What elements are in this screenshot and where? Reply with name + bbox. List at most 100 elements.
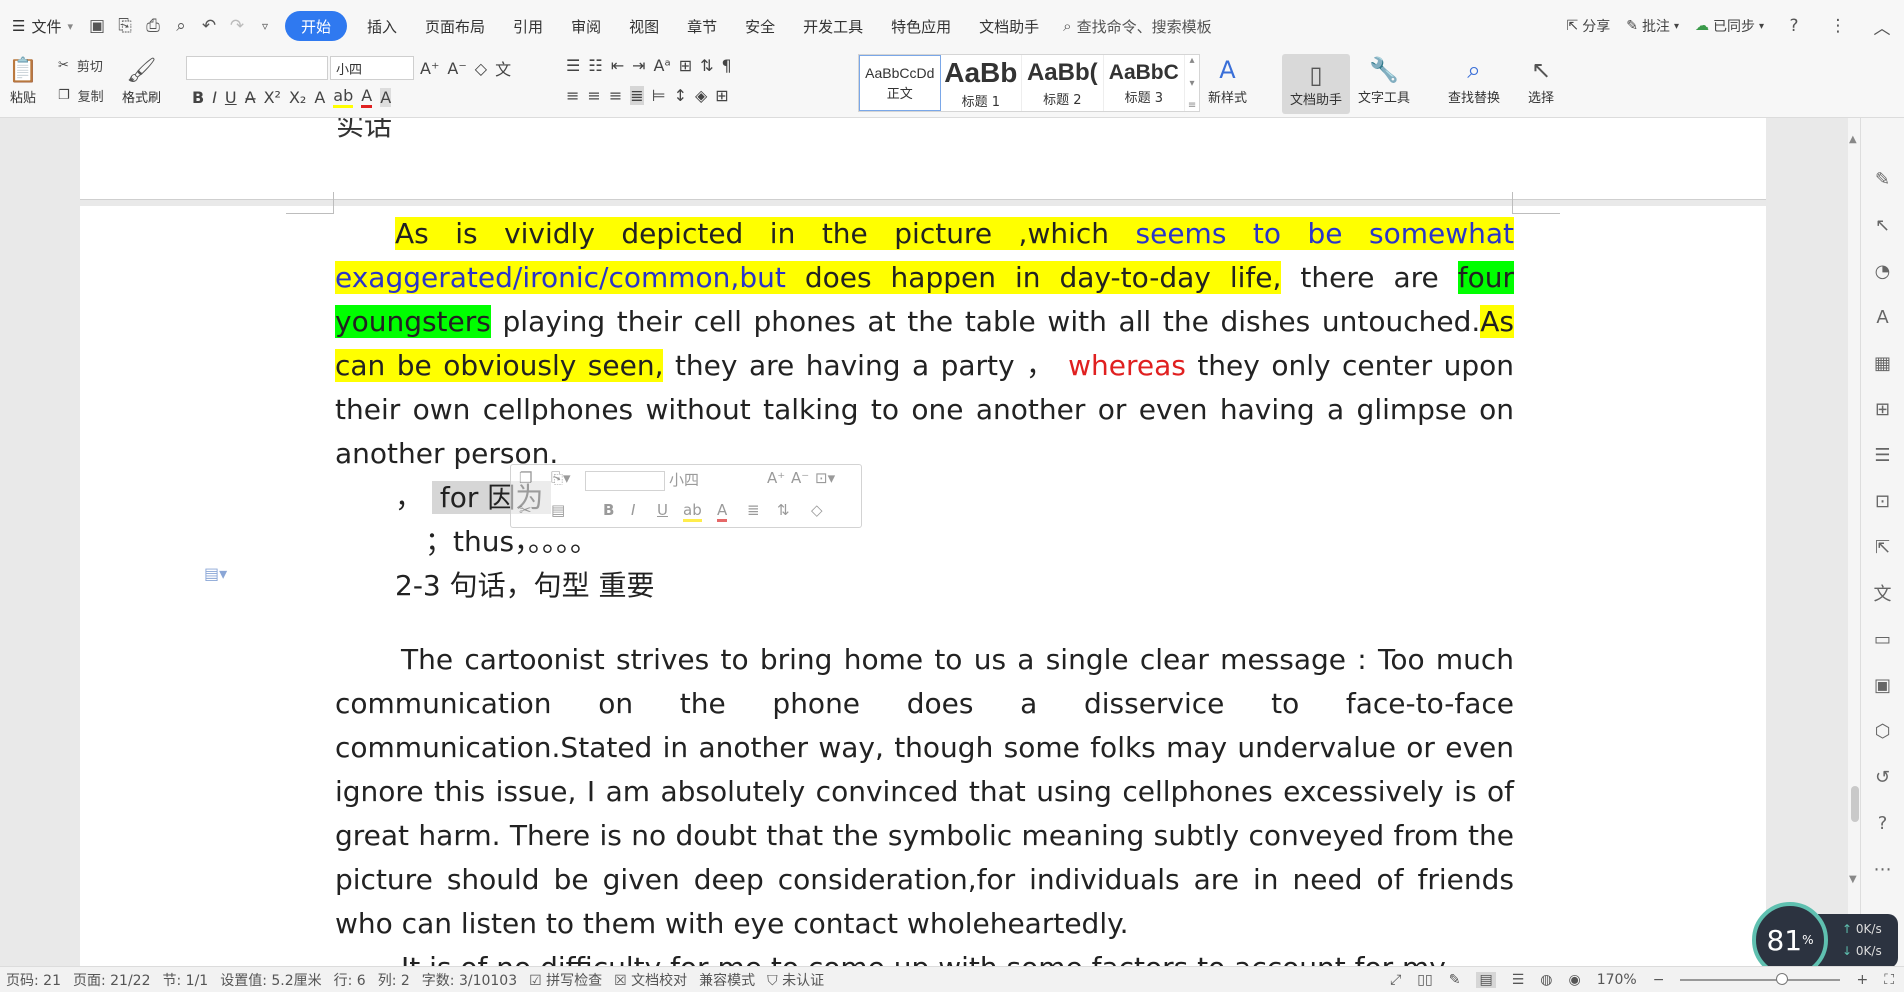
tab-section[interactable]: 章节 <box>673 11 731 41</box>
italic-icon[interactable]: I <box>212 88 217 107</box>
status-col[interactable]: 列: 2 <box>372 970 416 990</box>
document-page[interactable]: As is vividly depicted in the picture ,w… <box>80 192 1766 966</box>
highlight-icon[interactable]: ab <box>333 86 354 108</box>
paste-options-icon[interactable]: ▤▾ <box>204 564 227 583</box>
page-body[interactable]: As is vividly depicted in the picture ,w… <box>335 212 1515 966</box>
comment-button[interactable]: ✎ 批注 ▾ <box>1626 16 1679 36</box>
tab-home[interactable]: 开始 <box>285 11 348 41</box>
scroll-down-icon[interactable]: ▼ <box>1849 874 1857 885</box>
tab-view[interactable]: 视图 <box>615 11 673 41</box>
sort-icon[interactable]: ⇅ <box>700 56 713 75</box>
mini-font-select[interactable] <box>585 471 665 491</box>
select-button[interactable]: ↖ 选择 <box>1528 56 1554 106</box>
pointer-icon[interactable]: ↖ <box>1870 212 1896 238</box>
share-icon[interactable]: ⇱ <box>1870 534 1896 560</box>
tab-references[interactable]: 引用 <box>499 11 557 41</box>
style-icon[interactable]: A <box>1870 304 1896 330</box>
justify-icon[interactable]: ≣ <box>630 86 644 105</box>
zoom-level[interactable]: 170% <box>1597 972 1637 988</box>
scrollbar-thumb[interactable] <box>1851 786 1859 822</box>
status-setting[interactable]: 设置值: 5.2厘米 <box>214 970 327 990</box>
font-size-select[interactable]: 小四 <box>330 56 414 80</box>
eye-protect-icon[interactable]: ◉ <box>1568 972 1580 988</box>
tab-features[interactable]: 特色应用 <box>877 11 965 41</box>
clear-format-icon[interactable]: ◇ <box>475 59 487 78</box>
zoom-slider-knob[interactable] <box>1776 973 1789 985</box>
change-case-icon[interactable]: Aᵃ <box>654 56 671 75</box>
help-icon[interactable]: ? <box>1783 15 1805 37</box>
bold-icon[interactable]: B <box>192 88 204 107</box>
align-left-icon[interactable]: ≡ <box>566 86 579 105</box>
pen-icon[interactable]: ✎ <box>1870 166 1896 192</box>
underline-icon[interactable]: U <box>225 88 237 107</box>
doc-proof-button[interactable]: ☒ 文档校对 <box>608 970 693 990</box>
format-painter-icon[interactable]: ✂ <box>519 501 532 519</box>
picture-icon[interactable]: ▣ <box>1870 672 1896 698</box>
vertical-scrollbar[interactable]: ▲ ▼ <box>1848 118 1860 966</box>
status-section[interactable]: 节: 1/1 <box>157 970 215 990</box>
distribute-icon[interactable]: ⊨ <box>652 86 666 105</box>
customize-quick-access-icon[interactable]: ▿ <box>254 15 276 37</box>
shield-icon[interactable]: ⬡ <box>1870 718 1896 744</box>
text-tools-button[interactable]: 🔧 文字工具 <box>1358 56 1410 106</box>
align-icon[interactable]: ≣ <box>747 501 760 519</box>
underline-icon[interactable]: U <box>657 501 668 519</box>
paste-button[interactable]: 📋 粘贴 <box>8 56 38 106</box>
align-right-icon[interactable]: ≡ <box>609 86 622 105</box>
undo-icon[interactable]: ↶ <box>198 15 220 37</box>
shading-icon[interactable]: ◈ <box>695 86 707 105</box>
section-heading[interactable]: 2-3 句话，句型 重要 <box>335 564 1514 608</box>
tab-review[interactable]: 审阅 <box>557 11 615 41</box>
fullscreen-icon[interactable]: ⤢ <box>1390 972 1401 988</box>
styles-scroll[interactable]: ▴ ▾ ≡ <box>1185 55 1199 111</box>
more-icon[interactable]: ⋯ <box>1870 856 1896 882</box>
zoom-slider[interactable] <box>1680 973 1841 985</box>
status-row[interactable]: 行: 6 <box>328 970 372 990</box>
copy-icon[interactable]: ❐ <box>519 469 532 487</box>
scroll-up-icon[interactable]: ▲ <box>1849 134 1857 145</box>
shrink-font-icon[interactable]: A⁻ <box>447 59 466 78</box>
redo-icon[interactable]: ↷ <box>226 15 248 37</box>
more-icon[interactable]: ⋮ <box>1827 15 1849 37</box>
translate-icon[interactable]: 文 <box>1870 580 1896 606</box>
chinese-layout-icon[interactable]: ⊞ <box>679 56 692 75</box>
style-normal[interactable]: AaBbCcDd 正文 <box>859 55 941 111</box>
table-icon[interactable]: ▦ <box>1870 350 1896 376</box>
list-icon[interactable]: ☰ <box>1870 442 1896 468</box>
floating-mini-toolbar[interactable]: ❐ ⎘▾ 小四 A⁺ A⁻ ⊡▾ ✂ ▤ B I U ab A ≣ ⇅ ◇ <box>510 464 862 528</box>
status-word-count[interactable]: 字数: 3/10103 <box>416 970 523 990</box>
phonetic-icon[interactable]: 文 <box>495 56 511 80</box>
spell-check-button[interactable]: ☑ 拼写检查 <box>523 970 608 990</box>
archive-icon[interactable]: ▭ <box>1870 626 1896 652</box>
paste-icon[interactable]: ⎘▾ <box>551 469 571 487</box>
grow-font-icon[interactable]: A⁺ <box>767 469 785 487</box>
status-page-number[interactable]: 页码: 21 <box>0 970 67 990</box>
document-area[interactable]: 实话 As is vividly depicted in the picture… <box>0 118 1860 966</box>
collapse-ribbon-icon[interactable]: ︿ <box>1871 15 1893 39</box>
help-icon[interactable]: ? <box>1870 810 1896 836</box>
image-edit-icon[interactable]: ⊡ <box>1870 488 1896 514</box>
new-style-button[interactable]: A 新样式 <box>1208 56 1247 106</box>
font-color-icon[interactable]: A <box>361 86 373 108</box>
tab-doc-assistant[interactable]: 文档助手 <box>965 11 1053 41</box>
highlight-icon[interactable]: ab <box>683 501 702 522</box>
file-menu[interactable]: ☰ 文件 ▾ <box>0 16 83 37</box>
share-button[interactable]: ⇱ 分享 <box>1566 16 1610 36</box>
web-view-icon[interactable]: ◍ <box>1540 972 1552 988</box>
eraser-icon[interactable]: ◇ <box>811 501 823 519</box>
apps-icon[interactable]: ⊞ <box>1870 396 1896 422</box>
certification-status[interactable]: ⛉ 未认证 <box>761 970 830 990</box>
zoom-in-icon[interactable]: + <box>1856 972 1868 988</box>
decrease-indent-icon[interactable]: ⇤ <box>611 56 624 75</box>
paragraph-3[interactable]: It is of no difficulty for me to come up… <box>335 946 1514 966</box>
subscript-icon[interactable]: X₂ <box>289 88 306 107</box>
grow-font-icon[interactable]: A⁺ <box>420 59 439 78</box>
export-icon[interactable]: ⎘ <box>114 15 136 37</box>
superscript-icon[interactable]: X² <box>264 88 281 107</box>
zoom-out-icon[interactable]: − <box>1653 972 1665 988</box>
print-preview-icon[interactable]: ⌕ <box>170 15 192 37</box>
style-heading-3[interactable]: AaBbC 标题 3 <box>1104 55 1186 111</box>
text-effect-icon[interactable]: A <box>314 88 325 107</box>
numbered-list-icon[interactable]: ☷ <box>588 56 602 75</box>
find-replace-button[interactable]: ⌕ 查找替换 <box>1448 56 1500 106</box>
